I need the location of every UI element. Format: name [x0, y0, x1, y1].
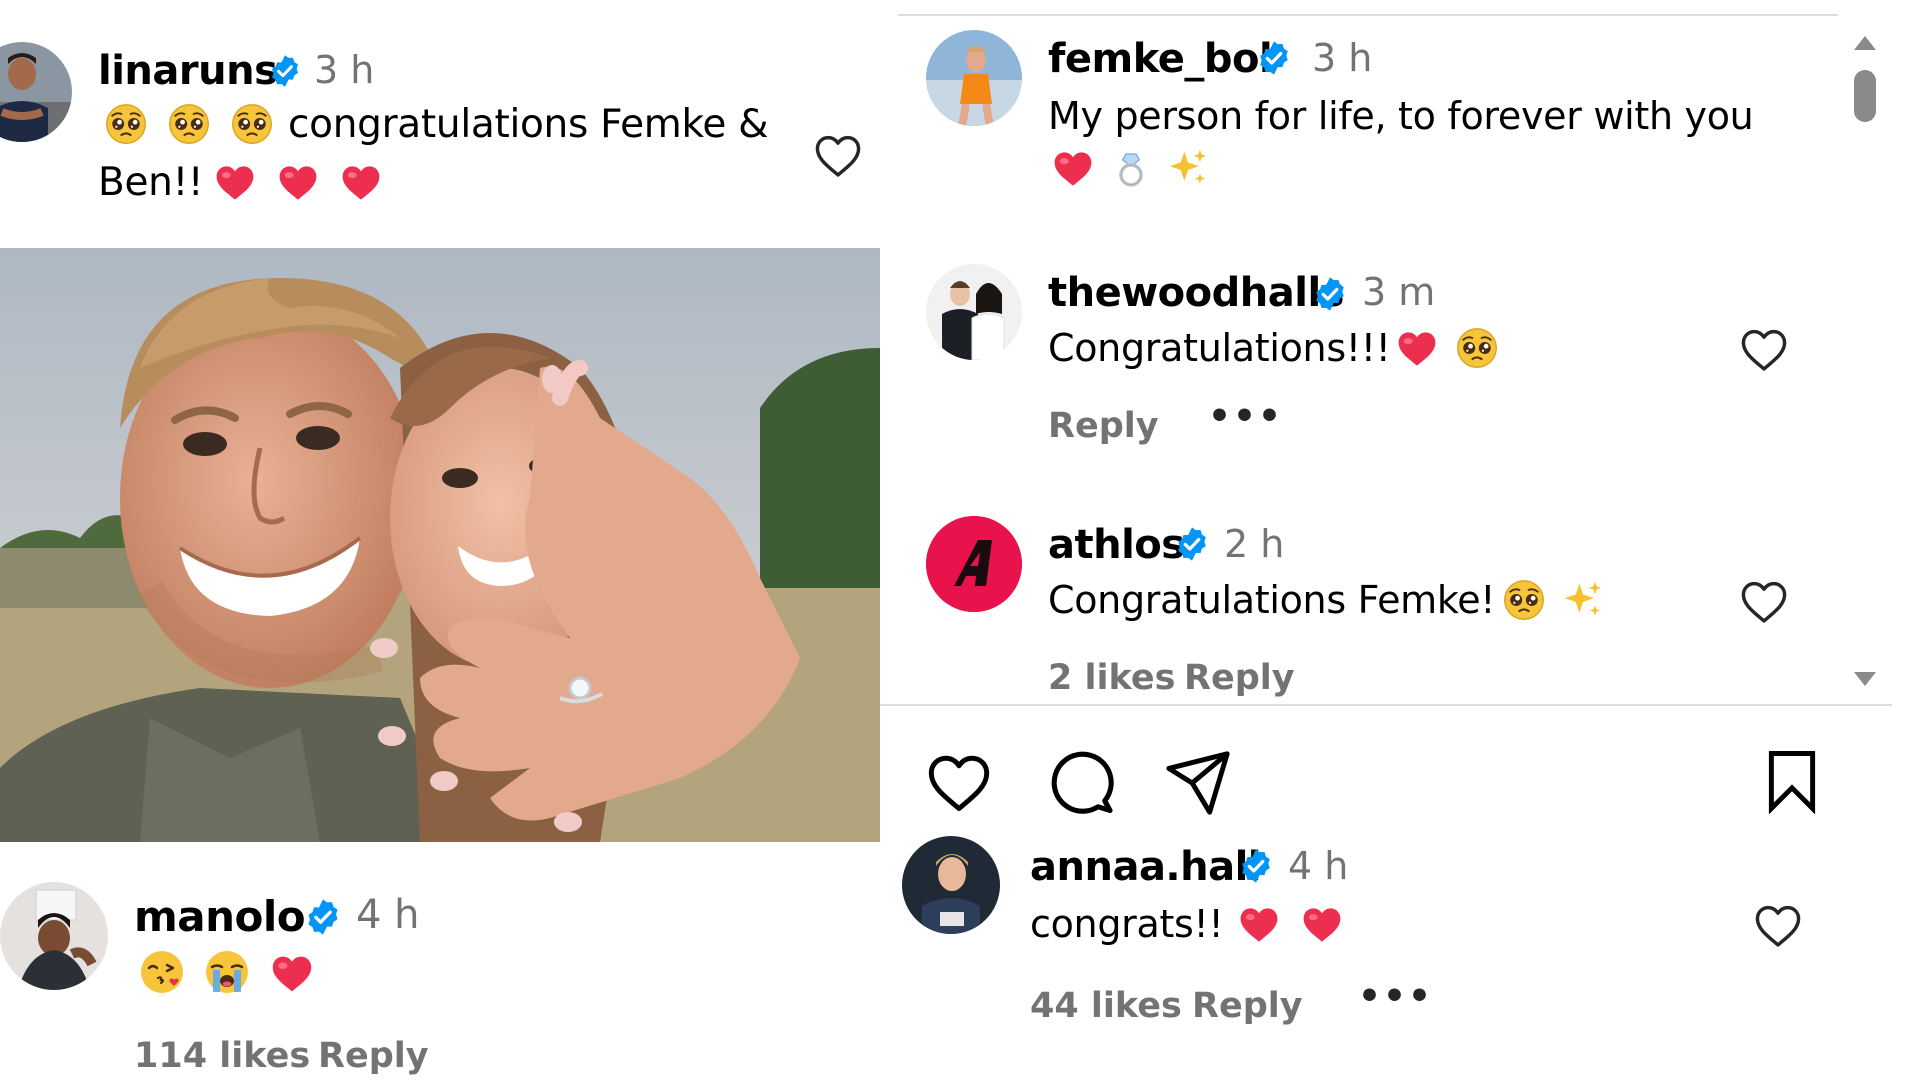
comment-timestamp: 3 m: [1362, 270, 1436, 314]
comment-emojis-pleading: [104, 102, 274, 146]
sparkles-icon: [1166, 146, 1210, 190]
red-heart-icon: [275, 162, 321, 204]
verified-badge-icon: [304, 898, 342, 936]
comment-likes-count[interactable]: 114 likes: [134, 1036, 310, 1076]
comment-icon[interactable]: [1044, 746, 1116, 818]
comment-emojis: [138, 948, 316, 994]
top-divider: [898, 14, 1838, 16]
username-femke-bol[interactable]: femke_bol: [1048, 36, 1273, 82]
verified-badge-icon: [1238, 848, 1274, 884]
bookmark-icon[interactable]: [1762, 748, 1822, 814]
red-heart-icon: [1394, 328, 1440, 370]
verified-badge-icon: [1312, 276, 1348, 312]
post-photo: [0, 248, 880, 842]
comment-likes-count[interactable]: 44 likes: [1030, 986, 1182, 1026]
scroll-up-arrow-icon[interactable]: [1854, 36, 1876, 50]
comment-timestamp: 4 h: [356, 892, 420, 938]
share-icon[interactable]: [1162, 748, 1234, 818]
comment-text: congrats!!: [1030, 902, 1224, 946]
comment-emojis: [1502, 578, 1605, 622]
reply-button[interactable]: Reply: [1192, 986, 1303, 1026]
face-blowing-kiss-icon: [138, 948, 186, 996]
scrollbar-thumb[interactable]: [1854, 70, 1876, 122]
avatar-annaa-hall[interactable]: [902, 836, 1000, 934]
username-annaa-hall[interactable]: annaa.hall: [1030, 844, 1262, 890]
red-heart-icon: [338, 162, 384, 204]
username-manolo[interactable]: manolo: [134, 892, 306, 941]
pleading-face-icon: [230, 102, 274, 146]
reply-button[interactable]: Reply: [1184, 658, 1295, 698]
caption-emojis: [1050, 146, 1210, 190]
action-bar-divider: [880, 704, 1892, 706]
avatar-femke-bol[interactable]: [926, 30, 1022, 126]
heart-icon[interactable]: [922, 748, 996, 818]
username-thewoodhalls[interactable]: thewoodhalls: [1048, 270, 1344, 316]
username-athlos[interactable]: athlos: [1048, 522, 1185, 568]
comment-text-line1: congratulations Femke &: [288, 102, 769, 147]
avatar-thewoodhalls[interactable]: [926, 264, 1022, 360]
comment-text: Congratulations Femke!: [1048, 578, 1496, 622]
red-heart-icon: [212, 162, 258, 204]
avatar-athlos[interactable]: [926, 516, 1022, 612]
comment-emojis-hearts: [212, 162, 384, 206]
verified-badge-icon: [268, 54, 302, 88]
comment-emojis: [1236, 904, 1345, 948]
comment-timestamp: 3 h: [314, 48, 375, 92]
pleading-face-icon: [104, 102, 148, 146]
comment-text: Congratulations!!!: [1048, 326, 1391, 370]
avatar-manolo[interactable]: [0, 882, 108, 990]
more-options-icon[interactable]: •••: [1208, 396, 1283, 437]
comment-likes-count[interactable]: 2 likes: [1048, 658, 1175, 698]
caption-text: My person for life, to forever with you: [1048, 94, 1754, 138]
red-heart-icon: [268, 952, 316, 996]
reply-button[interactable]: Reply: [1048, 406, 1159, 446]
comments-scrollbar[interactable]: [1838, 24, 1892, 704]
reply-button[interactable]: Reply: [318, 1036, 429, 1076]
red-heart-icon: [1050, 148, 1096, 190]
like-comment-heart-icon[interactable]: [1738, 324, 1790, 376]
loudly-crying-face-icon: [203, 948, 251, 996]
like-comment-heart-icon[interactable]: [1752, 900, 1804, 952]
comment-text-line2: Ben!!: [98, 160, 204, 205]
red-heart-icon: [1299, 904, 1345, 946]
avatar-linaruns[interactable]: [0, 42, 72, 142]
comment-timestamp: 2 h: [1224, 522, 1285, 566]
scroll-down-arrow-icon[interactable]: [1854, 672, 1876, 686]
comment-emojis: [1394, 326, 1499, 370]
more-options-icon[interactable]: •••: [1358, 976, 1433, 1017]
pleading-face-icon: [1455, 326, 1499, 370]
sparkles-icon: [1561, 578, 1605, 622]
like-comment-heart-icon[interactable]: [1738, 576, 1790, 628]
username-linaruns[interactable]: linaruns: [98, 48, 278, 94]
red-heart-icon: [1236, 904, 1282, 946]
verified-badge-icon: [1174, 526, 1210, 562]
comment-timestamp: 4 h: [1288, 844, 1349, 888]
verified-badge-icon: [1256, 40, 1292, 76]
like-comment-heart-icon[interactable]: [812, 130, 864, 182]
pleading-face-icon: [1502, 578, 1546, 622]
ring-icon: [1111, 148, 1151, 190]
pleading-face-icon: [167, 102, 211, 146]
caption-timestamp: 3 h: [1312, 36, 1373, 80]
